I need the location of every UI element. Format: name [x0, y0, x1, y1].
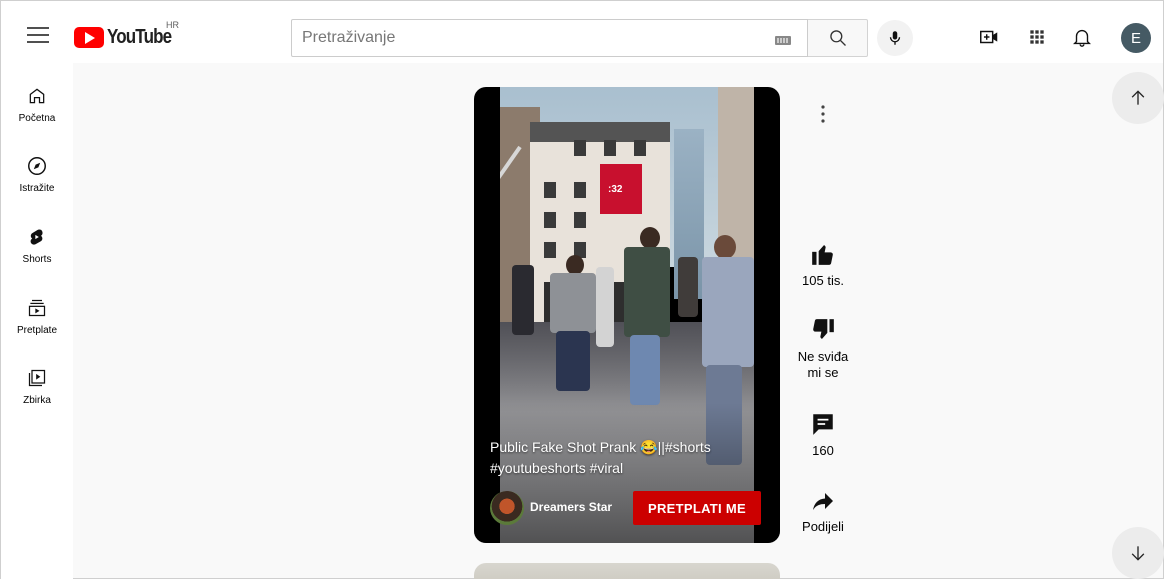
next-short-button[interactable]	[1112, 527, 1164, 579]
youtube-play-logo-icon	[74, 26, 104, 48]
microphone-icon	[889, 31, 901, 45]
sidebar-item-label: Istražite	[19, 183, 55, 194]
create-video-icon[interactable]	[977, 25, 1001, 49]
thumbs-up-icon	[812, 245, 833, 265]
menu-icon[interactable]	[27, 27, 49, 43]
logo-wordmark: YouTube	[107, 25, 172, 48]
share-button[interactable]: Podijeli	[789, 489, 857, 535]
comments-button[interactable]: 160	[789, 411, 857, 459]
shorts-icon	[25, 225, 49, 249]
billboard: :32	[600, 164, 642, 214]
arrow-up-icon	[1131, 90, 1145, 105]
search-icon	[829, 30, 846, 46]
dislike-label: Ne sviđa mi se	[797, 349, 849, 380]
subscriptions-icon	[25, 296, 49, 320]
thumbs-down-icon	[813, 319, 834, 339]
apps-grid-icon[interactable]	[1025, 25, 1049, 49]
like-button[interactable]: 105 tis.	[789, 241, 857, 289]
sidebar-item-label: Početna	[18, 113, 56, 124]
sidebar-item-label: Pretplate	[16, 325, 58, 336]
previous-short-button[interactable]	[1112, 72, 1164, 124]
next-short-preview[interactable]	[474, 563, 780, 579]
search-button[interactable]	[808, 19, 868, 57]
dislike-button[interactable]: Ne sviđa mi se	[789, 317, 857, 381]
youtube-logo[interactable]: YouTube HR	[74, 20, 183, 48]
keyboard-icon[interactable]	[775, 36, 791, 45]
search-box	[291, 19, 808, 57]
comment-count: 160	[812, 443, 834, 458]
country-code: HR	[166, 20, 179, 30]
like-count: 105 tis.	[802, 273, 844, 288]
share-arrow-icon	[813, 493, 833, 510]
sidebar-item-subscriptions[interactable]: Pretplate	[1, 296, 73, 352]
short-video-player[interactable]: :32 Public Fake Shot Prank 😂||#shorts #y…	[474, 87, 780, 543]
short-title[interactable]: Public Fake Shot Prank 😂||#shorts #youtu…	[490, 437, 770, 479]
more-options-icon[interactable]	[813, 104, 833, 124]
billboard-text: :32	[608, 184, 623, 195]
search-input[interactable]	[292, 20, 752, 56]
explore-compass-icon	[25, 154, 49, 178]
channel-avatar[interactable]	[490, 491, 524, 525]
library-icon	[25, 366, 49, 390]
home-icon	[25, 84, 49, 108]
sidebar-item-label: Zbirka	[23, 395, 51, 406]
notifications-bell-icon[interactable]	[1070, 25, 1094, 49]
mini-guide-sidebar: Početna Istražite Shorts Pretplate Zbirk…	[1, 63, 73, 579]
sidebar-item-library[interactable]: Zbirka	[1, 366, 73, 422]
subscribe-button[interactable]: PRETPLATI ME	[633, 491, 761, 525]
share-label: Podijeli	[802, 519, 844, 534]
comment-icon	[813, 414, 833, 435]
sidebar-item-explore[interactable]: Istražite	[1, 154, 73, 210]
channel-name[interactable]: Dreamers Star	[530, 500, 612, 514]
account-avatar[interactable]: E	[1121, 23, 1151, 53]
sidebar-item-label: Shorts	[22, 254, 52, 265]
sidebar-item-home[interactable]: Početna	[1, 84, 73, 140]
sidebar-item-shorts[interactable]: Shorts	[1, 225, 73, 281]
voice-search-button[interactable]	[877, 20, 913, 56]
masthead: YouTube HR E	[1, 1, 1163, 63]
arrow-down-icon	[1131, 546, 1145, 561]
